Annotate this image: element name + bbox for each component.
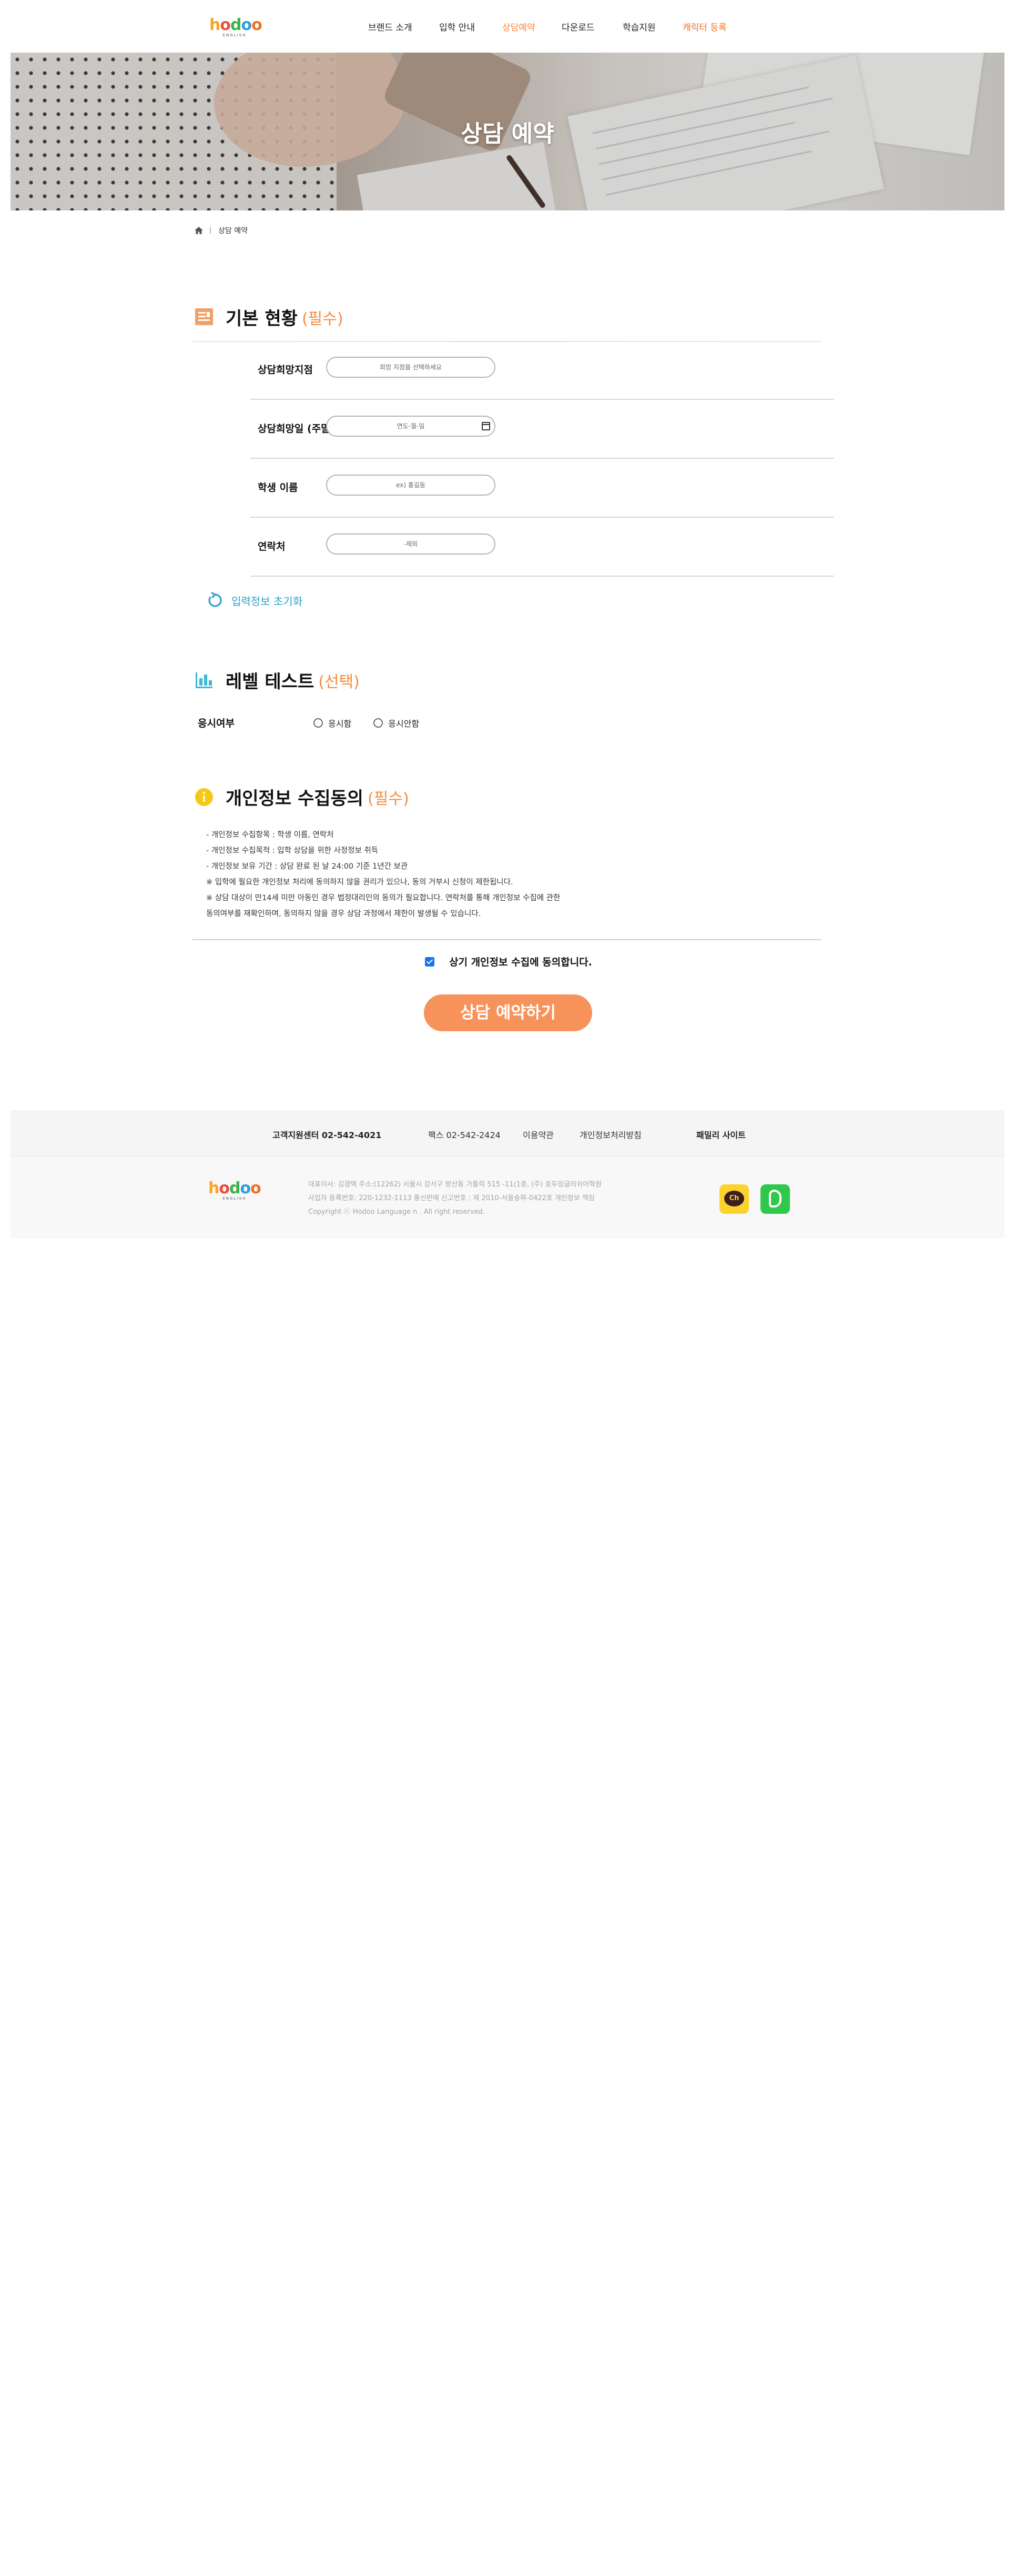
student-name-label: 학생 이름 — [258, 482, 298, 494]
basic-section-header: 기본 현황 (필수) — [194, 304, 343, 330]
breadcrumb: 상담 예약 — [194, 225, 248, 236]
company-info-line: 사업자 등록번호: 220-1232-1113 통신판매 신고번호 : 제 20… — [308, 1194, 595, 1202]
company-info: 대표이사: 김경택 주소:(12262) 서울시 강서구 방산동 가톨릭 515… — [308, 1178, 602, 1219]
breadcrumb-current: 상담 예약 — [218, 227, 248, 235]
home-icon[interactable] — [194, 226, 204, 235]
reset-label: 입력정보 초기화 — [231, 595, 303, 608]
hero-banner: 상담 예약 — [11, 53, 1004, 210]
phone-input[interactable]: -제외 — [326, 534, 495, 555]
nav-download[interactable]: 다운로드 — [562, 20, 595, 33]
form-row-student-name: 학생 이름 ex) 홍길동 — [250, 459, 834, 518]
info-icon — [195, 788, 213, 806]
radio-take-test[interactable]: 응시함 — [313, 717, 351, 729]
kakao-channel-icon[interactable]: Ch — [719, 1184, 749, 1214]
footer-family-site[interactable]: 패밀리 사이트 — [696, 1128, 746, 1141]
level-section-optional: (선택) — [318, 672, 360, 691]
privacy-line: - 개인정보 수집목적 : 입학 상담을 위한 사정정보 취득 — [206, 847, 379, 855]
date-placeholder: 연도-월-일 — [397, 422, 425, 430]
privacy-terms: - 개인정보 수집항목 : 학생 이름, 연락처 - 개인정보 수집목적 : 입… — [206, 827, 560, 922]
privacy-section-title: 개인정보 수집동의 — [226, 788, 364, 809]
footer-fax: 팩스 02-542-2424 — [428, 1130, 501, 1140]
radio-no-test-circle[interactable] — [373, 718, 383, 728]
level-test-radio-group: 응시여부 응시함 응시안함 — [198, 716, 441, 730]
privacy-agree-label: 상기 개인정보 수집에 동의합니다. — [449, 957, 592, 968]
breadcrumb-separator — [210, 227, 211, 234]
kakao-channel-label: Ch — [724, 1191, 744, 1206]
radio-take-test-circle[interactable] — [313, 718, 323, 728]
nav-brand[interactable]: 브랜드 소개 — [368, 20, 412, 33]
branch-select[interactable]: 희망 지점을 선택하세요 — [326, 357, 495, 378]
nav-learning-support[interactable]: 학습지원 — [623, 20, 656, 33]
privacy-agree-checkbox[interactable] — [425, 957, 434, 967]
clipboard-icon — [195, 308, 213, 325]
footer-links-bar: 고객지원센터 02-542-4021 팩스 02-542-2424 이용약관 개… — [11, 1110, 1004, 1156]
copyright: Copyright ⓒ Hodoo Language n . All right… — [308, 1208, 485, 1216]
reset-button[interactable]: 입력정보 초기화 — [206, 591, 302, 609]
nav-admission[interactable]: 입학 안내 — [439, 20, 475, 33]
bar-chart-icon — [196, 672, 212, 688]
footer-logo[interactable]: hodoo ENGLISH — [208, 1181, 261, 1201]
level-section-header: 레벨 테스트 (선택) — [194, 667, 360, 693]
logo-wordmark: hodoo — [209, 16, 262, 34]
naver-band-icon[interactable] — [760, 1184, 790, 1214]
footer-info: hodoo ENGLISH 대표이사: 김경택 주소:(12262) 서울시 강… — [11, 1157, 1004, 1239]
student-name-input[interactable]: ex) 홍길동 — [326, 475, 495, 496]
radio-take-test-label: 응시함 — [328, 718, 352, 729]
privacy-section-required: (필수) — [368, 789, 409, 808]
hodoo-logo[interactable]: hodoo ENGLISH — [209, 16, 262, 38]
refresh-icon — [208, 592, 222, 607]
privacy-section-header: 개인정보 수집동의 (필수) — [194, 784, 409, 810]
form-row-date: 상담희망일 (주말 제외) 연도-월-일 — [250, 400, 834, 459]
privacy-line: - 개인정보 수집항목 : 학생 이름, 연락처 — [206, 831, 334, 839]
date-input[interactable]: 연도-월-일 — [326, 416, 495, 437]
level-section-title: 레벨 테스트 — [226, 671, 314, 692]
basic-section-required: (필수) — [301, 309, 343, 328]
phone-label: 연락처 — [258, 541, 286, 552]
page-title: 상담 예약 — [461, 120, 554, 147]
footer-logo-wordmark: hodoo — [208, 1179, 261, 1198]
level-test-label: 응시여부 — [198, 718, 235, 729]
submit-reservation-button[interactable]: 상담 예약하기 — [424, 994, 592, 1031]
footer-customer-center: 고객지원센터 02-542-4021 — [272, 1130, 382, 1140]
radio-no-test[interactable]: 응시안함 — [373, 717, 419, 729]
form-row-phone: 연락처 -제외 — [250, 518, 834, 577]
company-info-line: 대표이사: 김경택 주소:(12262) 서울시 강서구 방산동 가톨릭 515… — [308, 1181, 602, 1189]
footer-privacy-link[interactable]: 개인정보처리방침 — [580, 1128, 642, 1141]
calendar-icon[interactable] — [482, 422, 490, 430]
nav-character-register[interactable]: 캐릭터 등록 — [683, 20, 727, 33]
privacy-line: 동의여부를 재확인하며, 동의하지 않을 경우 상담 과정에서 제한이 발생될 … — [206, 910, 481, 918]
privacy-line: ※ 상담 대상이 만14세 미만 아동인 경우 법정대리인의 동의가 필요합니다… — [206, 894, 561, 902]
branch-label: 상담희망지점 — [258, 364, 313, 376]
privacy-agree-checkbox-row[interactable]: 상기 개인정보 수집에 동의합니다. — [425, 954, 592, 969]
form-row-branch: 상담희망지점 희망 지점을 선택하세요 — [250, 341, 834, 400]
site-header: hodoo ENGLISH 브랜드 소개 입학 안내 상담예약 다운로드 학습지… — [0, 0, 1015, 53]
privacy-line: - 개인정보 보유 기간 : 상담 완료 된 날 24:00 기준 1년간 보관 — [206, 862, 408, 871]
footer-terms-link[interactable]: 이용약관 — [523, 1128, 554, 1141]
privacy-divider — [192, 939, 821, 940]
basic-section-title: 기본 현황 — [226, 308, 298, 329]
privacy-line: ※ 입학에 필요한 개인정보 처리에 동의하지 않을 권리가 있으나, 동의 거… — [206, 878, 513, 887]
radio-no-test-label: 응시안함 — [388, 718, 420, 729]
nav-consultation[interactable]: 상담예약 — [502, 20, 535, 33]
